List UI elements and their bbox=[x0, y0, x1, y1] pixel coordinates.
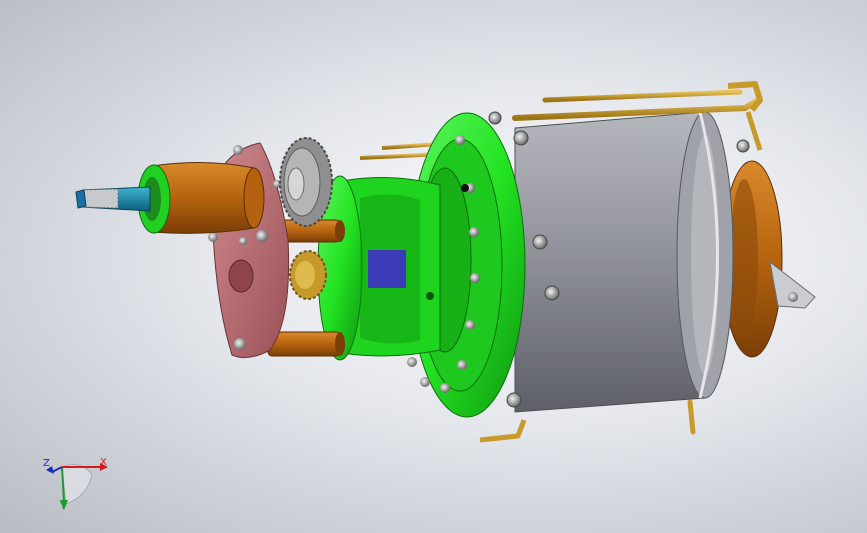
rear-mount-bracket[interactable] bbox=[769, 260, 816, 309]
bracket-bolt bbox=[788, 292, 798, 302]
assembly-model[interactable] bbox=[0, 0, 867, 533]
drive-sleeve[interactable] bbox=[137, 161, 265, 234]
z-axis-label: Z bbox=[43, 458, 50, 469]
pinion-gear[interactable] bbox=[289, 250, 327, 300]
orientation-triad[interactable]: X Y Z bbox=[40, 452, 110, 514]
x-axis-label: X bbox=[100, 457, 107, 468]
motor-housing[interactable] bbox=[514, 111, 734, 413]
z-axis-arrow bbox=[51, 466, 63, 473]
cad-viewport[interactable]: X Y Z bbox=[0, 0, 867, 533]
inner-hub bbox=[368, 250, 406, 288]
output-shaft[interactable] bbox=[75, 186, 151, 212]
spur-gear[interactable] bbox=[279, 137, 333, 227]
y-axis-label: Y bbox=[60, 501, 67, 512]
